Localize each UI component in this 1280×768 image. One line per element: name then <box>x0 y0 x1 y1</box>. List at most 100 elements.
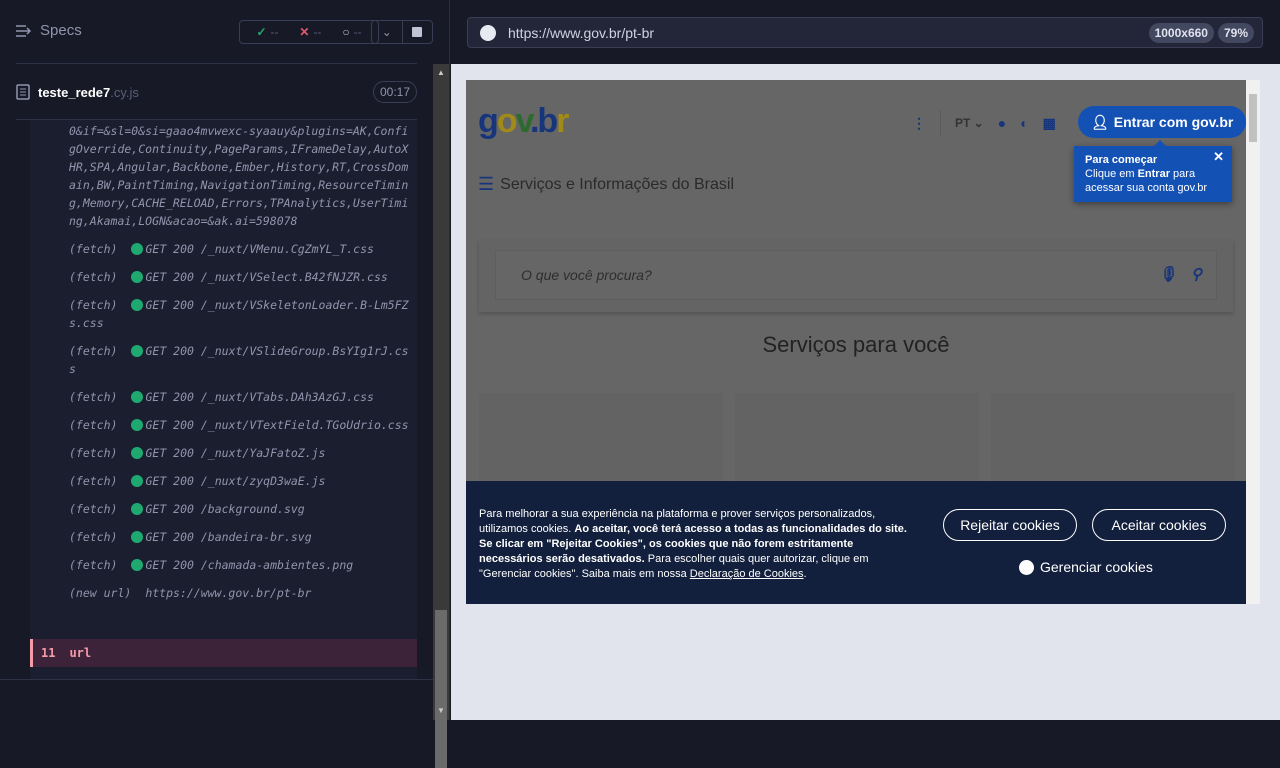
x-icon: ✕ <box>299 25 310 39</box>
reporter-panel: Specs ✓ -- ✕ -- ○ -- ⌄ teste_rede7 .cy.js 00… <box>0 0 450 768</box>
status-dot-icon <box>131 243 144 255</box>
accept-cookies-button[interactable]: Aceitar cookies <box>1092 509 1226 541</box>
url-bar[interactable]: https://www.gov.br/pt-br 1000x660 79% <box>467 17 1263 48</box>
log-entry[interactable]: (fetch) GET 200 /chamada-ambientes.png <box>30 551 417 579</box>
specs-toggle[interactable]: Specs <box>16 22 82 39</box>
tooltip-title: Para começar <box>1085 154 1158 166</box>
scrollbar-thumb[interactable] <box>435 610 447 768</box>
log-entry[interactable]: 0&if=&sl=0&si=gaao4mvwexc-syaauy&plugins… <box>30 120 417 235</box>
status-dot-icon <box>131 559 144 571</box>
cookie-icon[interactable]: ● <box>998 115 1006 131</box>
status-dot-icon <box>131 447 144 459</box>
current-command[interactable]: 11 url <box>30 639 417 667</box>
status-dot-icon <box>131 271 144 283</box>
log-message: GET 200 /bandeira-br.svg <box>145 530 312 544</box>
chevron-down-icon[interactable]: ⌄ <box>372 21 403 43</box>
spec-duration: 00:17 <box>372 81 417 103</box>
stop-button[interactable] <box>403 21 433 43</box>
login-label: Entrar com gov.br <box>1113 114 1234 130</box>
log-type: (fetch) <box>69 502 118 516</box>
microphone-icon[interactable]: 🎙︎ <box>1158 265 1177 283</box>
log-type: (fetch) <box>69 530 118 544</box>
log-entry[interactable]: (fetch) GET 200 /_nuxt/VTextField.TGoUdri… <box>30 411 417 439</box>
scrollbar-thumb[interactable] <box>1249 94 1257 142</box>
scroll-up-icon[interactable]: ▲ <box>437 68 445 77</box>
language-select[interactable]: PT ⌄ <box>955 116 984 130</box>
specs-label: Specs <box>40 22 82 39</box>
log-message: GET 200 /_nuxt/VSkeletonLoader.B-Lm5FZs.… <box>69 298 409 330</box>
main-menu-button[interactable]: ☰ Serviços e Informações do Brasil <box>478 174 734 195</box>
log-entry[interactable]: (fetch) GET 200 /_nuxt/VSkeletonLoader.B-… <box>30 291 417 337</box>
passed-count: -- <box>270 25 279 39</box>
status-dot-icon <box>131 475 144 487</box>
hamburger-icon: ☰ <box>478 174 495 194</box>
aut-header: https://www.gov.br/pt-br 1000x660 79% <box>451 0 1280 64</box>
log-message: GET 200 /_nuxt/VMenu.CgZmYL_T.css <box>145 242 374 256</box>
log-entry[interactable]: (fetch) GET 200 /bandeira-br.svg <box>30 523 417 551</box>
page-scrollbar[interactable] <box>1246 80 1260 604</box>
header-actions: ⋮ PT ⌄ ● ◐ ▦ <box>912 110 1056 136</box>
failed-count: -- <box>313 25 322 39</box>
log-entry[interactable]: (fetch) GET 200 /_nuxt/VMenu.CgZmYL_T.css <box>30 235 417 263</box>
pending-count: -- <box>353 25 362 39</box>
login-button[interactable]: 👤︎ Entrar com gov.br <box>1078 106 1247 138</box>
spec-name: teste_rede7 <box>38 84 111 100</box>
more-vertical-icon[interactable]: ⋮ <box>912 115 926 132</box>
log-entry[interactable]: (fetch) GET 200 /_nuxt/VTabs.DAh3AzGJ.css <box>30 383 417 411</box>
status-dot-icon <box>131 345 144 357</box>
log-message: GET 200 /_nuxt/VTextField.TGoUdrio.css <box>145 418 409 432</box>
check-icon: ✓ <box>256 25 267 39</box>
cookie-icon <box>1019 559 1034 575</box>
file-icon <box>16 84 30 100</box>
manage-cookies-button[interactable]: Gerenciar cookies <box>1019 559 1153 575</box>
language-label: PT <box>955 116 971 130</box>
user-icon: 👤︎ <box>1091 113 1109 130</box>
log-entry[interactable]: (new url) https://www.gov.br/pt-br <box>30 579 417 607</box>
command-log: 0&if=&sl=0&si=gaao4mvwexc-syaauy&plugins… <box>30 120 417 680</box>
search-container: O que você procura? 🎙︎ ⚲ <box>479 240 1233 312</box>
reporter-header: Specs ✓ -- ✕ -- ○ -- ⌄ <box>16 0 433 64</box>
status-dot-icon <box>131 531 144 543</box>
log-message: https://www.gov.br/pt-br <box>145 586 312 600</box>
zoom-badge: 79% <box>1217 23 1254 43</box>
cookie-policy-link[interactable]: Declaração de Cookies <box>690 568 804 580</box>
log-type: (fetch) <box>69 242 118 256</box>
close-icon[interactable]: ✕ <box>1213 150 1224 164</box>
reject-cookies-button[interactable]: Rejeitar cookies <box>943 509 1077 541</box>
browser-panel: https://www.gov.br/pt-br 1000x660 79% gov… <box>451 0 1280 720</box>
search-input[interactable]: O que você procura? 🎙︎ ⚲ <box>495 250 1217 300</box>
reporter-scrollbar[interactable]: ▲ ▼ <box>433 64 449 768</box>
log-entry[interactable]: (fetch) GET 200 /_nuxt/VSelect.B42fNJZR.c… <box>30 263 417 291</box>
search-icon[interactable]: ⚲ <box>1191 265 1202 283</box>
menu-label: Serviços e Informações do Brasil <box>500 175 735 193</box>
status-dot-icon <box>131 299 144 311</box>
command-number: 11 <box>41 646 56 660</box>
stop-icon <box>412 27 423 37</box>
log-type: (fetch) <box>69 558 118 572</box>
log-type: (new url) <box>69 586 132 600</box>
log-entry[interactable]: (fetch) GET 200 /_nuxt/VSlideGroup.BsYIg1… <box>30 337 417 383</box>
spec-extension: .cy.js <box>110 84 139 100</box>
log-entry[interactable]: (fetch) GET 200 /background.svg <box>30 495 417 523</box>
log-entry[interactable]: (fetch) GET 200 /_nuxt/zyqD3waE.js <box>30 467 417 495</box>
cookie-text-3: . <box>803 568 807 580</box>
status-dot-icon <box>131 419 144 431</box>
log-type: (fetch) <box>69 270 118 284</box>
apps-grid-icon[interactable]: ▦ <box>1043 115 1056 132</box>
scroll-down-icon[interactable]: ▼ <box>437 706 445 715</box>
log-message: GET 200 /_nuxt/VSlideGroup.BsYIg1rJ.css <box>69 344 409 376</box>
app-iframe: gov.br ⋮ PT ⌄ ● ◐ ▦ 👤︎ Entrar com gov.br Pa… <box>466 80 1260 604</box>
status-dot-icon <box>131 391 144 403</box>
log-entry[interactable]: (fetch) GET 200 /_nuxt/YaJFatoZ.js <box>30 439 417 467</box>
run-controls: ⌄ <box>371 20 433 44</box>
spinner-icon: ○ <box>342 25 350 39</box>
log-type: (fetch) <box>69 446 118 460</box>
pending-stat: ○ -- <box>342 25 361 39</box>
globe-icon <box>480 24 496 41</box>
contrast-icon[interactable]: ◐ <box>1020 115 1028 131</box>
tooltip-bold: Entrar <box>1137 168 1170 180</box>
divider <box>0 679 433 680</box>
viewport-badge: 1000x660 <box>1148 23 1214 43</box>
govbr-logo[interactable]: gov.br <box>478 102 569 141</box>
test-stats: ✓ -- ✕ -- ○ -- <box>239 20 379 44</box>
